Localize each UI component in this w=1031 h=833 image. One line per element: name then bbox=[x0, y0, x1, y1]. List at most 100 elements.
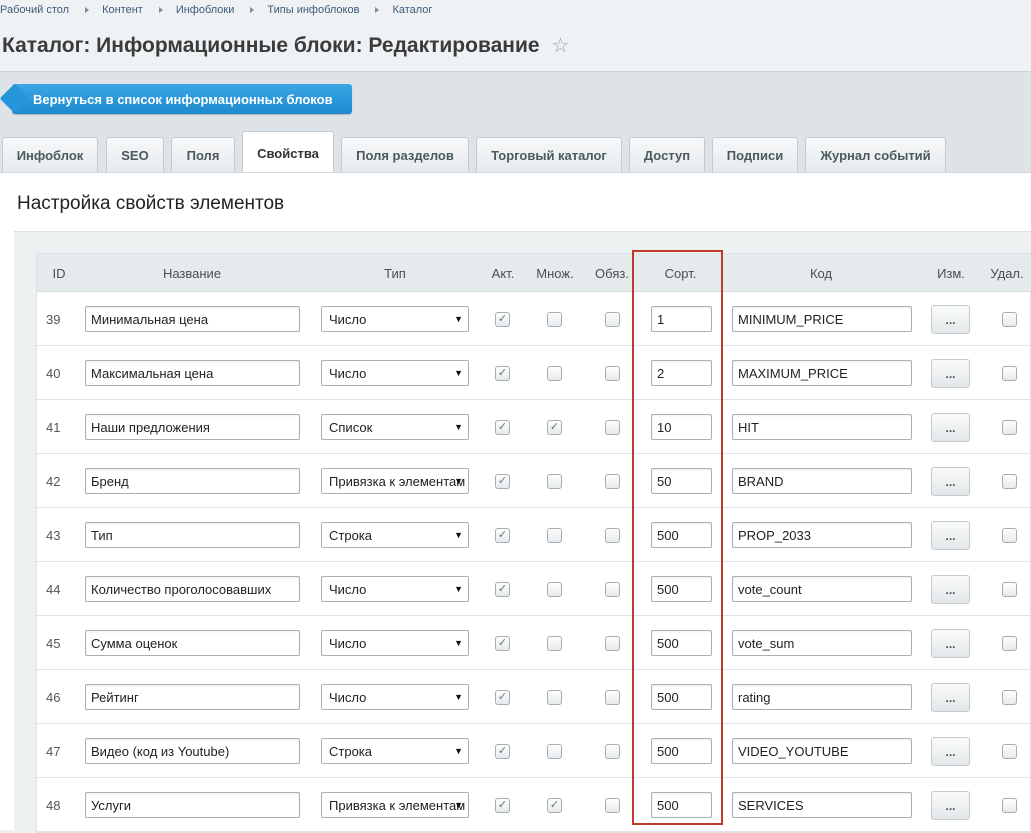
tab-infoblock[interactable]: Инфоблок bbox=[2, 137, 98, 172]
delete-checkbox[interactable] bbox=[1002, 528, 1017, 543]
breadcrumb-item-infoblocks[interactable]: Инфоблоки bbox=[176, 4, 235, 16]
delete-checkbox[interactable] bbox=[1002, 474, 1017, 489]
edit-property-button[interactable]: ... bbox=[931, 737, 970, 766]
edit-property-button[interactable]: ... bbox=[931, 629, 970, 658]
multiple-checkbox[interactable] bbox=[547, 690, 562, 705]
breadcrumb-item-content[interactable]: Контент bbox=[102, 4, 143, 16]
required-checkbox[interactable] bbox=[605, 582, 620, 597]
sort-input[interactable]: 2 bbox=[651, 360, 712, 386]
required-checkbox[interactable] bbox=[605, 312, 620, 327]
property-name-input[interactable]: Сумма оценок bbox=[85, 630, 300, 656]
property-code-input[interactable]: MAXIMUM_PRICE bbox=[732, 360, 912, 386]
multiple-checkbox[interactable] bbox=[547, 528, 562, 543]
delete-checkbox[interactable] bbox=[1002, 636, 1017, 651]
tab-trade-catalog[interactable]: Торговый каталог bbox=[476, 137, 622, 172]
delete-checkbox[interactable] bbox=[1002, 690, 1017, 705]
sort-input[interactable]: 10 bbox=[651, 414, 712, 440]
active-checkbox[interactable]: ✓ bbox=[495, 474, 510, 489]
sort-input[interactable]: 1 bbox=[651, 306, 712, 332]
edit-property-button[interactable]: ... bbox=[931, 467, 970, 496]
tab-seo[interactable]: SEO bbox=[106, 137, 164, 172]
tab-event-log[interactable]: Журнал событий bbox=[805, 137, 946, 172]
multiple-checkbox[interactable] bbox=[547, 366, 562, 381]
active-checkbox[interactable]: ✓ bbox=[495, 420, 510, 435]
property-name-input[interactable]: Услуги bbox=[85, 792, 300, 818]
property-code-input[interactable]: vote_count bbox=[732, 576, 912, 602]
tab-properties[interactable]: Свойства bbox=[242, 131, 334, 172]
property-code-input[interactable]: vote_sum bbox=[732, 630, 912, 656]
active-checkbox[interactable]: ✓ bbox=[495, 582, 510, 597]
required-checkbox[interactable] bbox=[605, 798, 620, 813]
tab-fields[interactable]: Поля bbox=[171, 137, 235, 172]
required-checkbox[interactable] bbox=[605, 690, 620, 705]
sort-input[interactable]: 500 bbox=[651, 792, 712, 818]
active-checkbox[interactable]: ✓ bbox=[495, 636, 510, 651]
required-checkbox[interactable] bbox=[605, 420, 620, 435]
sort-input[interactable]: 500 bbox=[651, 522, 712, 548]
property-type-select[interactable]: Число ▼ bbox=[321, 306, 469, 332]
delete-checkbox[interactable] bbox=[1002, 420, 1017, 435]
property-type-select[interactable]: Привязка к элементам ▼ bbox=[321, 792, 469, 818]
tab-labels[interactable]: Подписи bbox=[712, 137, 798, 172]
property-name-input[interactable]: Максимальная цена bbox=[85, 360, 300, 386]
edit-property-button[interactable]: ... bbox=[931, 359, 970, 388]
required-checkbox[interactable] bbox=[605, 528, 620, 543]
required-checkbox[interactable] bbox=[605, 366, 620, 381]
edit-property-button[interactable]: ... bbox=[931, 791, 970, 820]
sort-input[interactable]: 500 bbox=[651, 738, 712, 764]
property-type-select[interactable]: Строка ▼ bbox=[321, 522, 469, 548]
edit-property-button[interactable]: ... bbox=[931, 683, 970, 712]
property-code-input[interactable]: PROP_2033 bbox=[732, 522, 912, 548]
property-type-select[interactable]: Число ▼ bbox=[321, 360, 469, 386]
property-code-input[interactable]: MINIMUM_PRICE bbox=[732, 306, 912, 332]
sort-input[interactable]: 500 bbox=[651, 630, 712, 656]
property-code-input[interactable]: HIT bbox=[732, 414, 912, 440]
sort-input[interactable]: 500 bbox=[651, 684, 712, 710]
property-type-select[interactable]: Число ▼ bbox=[321, 684, 469, 710]
property-type-select[interactable]: Список ▼ bbox=[321, 414, 469, 440]
breadcrumb-item-infoblock-types[interactable]: Типы инфоблоков bbox=[267, 4, 359, 16]
property-code-input[interactable]: VIDEO_YOUTUBE bbox=[732, 738, 912, 764]
property-type-select[interactable]: Число ▼ bbox=[321, 630, 469, 656]
active-checkbox[interactable]: ✓ bbox=[495, 744, 510, 759]
multiple-checkbox[interactable]: ✓ bbox=[547, 798, 562, 813]
property-name-input[interactable]: Минимальная цена bbox=[85, 306, 300, 332]
edit-property-button[interactable]: ... bbox=[931, 413, 970, 442]
active-checkbox[interactable]: ✓ bbox=[495, 798, 510, 813]
multiple-checkbox[interactable] bbox=[547, 582, 562, 597]
delete-checkbox[interactable] bbox=[1002, 366, 1017, 381]
required-checkbox[interactable] bbox=[605, 474, 620, 489]
multiple-checkbox[interactable] bbox=[547, 474, 562, 489]
active-checkbox[interactable]: ✓ bbox=[495, 690, 510, 705]
property-name-input[interactable]: Наши предложения bbox=[85, 414, 300, 440]
multiple-checkbox[interactable]: ✓ bbox=[547, 420, 562, 435]
edit-property-button[interactable]: ... bbox=[931, 305, 970, 334]
breadcrumb-item-desktop[interactable]: Рабочий стол bbox=[0, 4, 69, 16]
property-name-input[interactable]: Рейтинг bbox=[85, 684, 300, 710]
breadcrumb-item-catalog[interactable]: Каталог bbox=[392, 4, 432, 16]
edit-property-button[interactable]: ... bbox=[931, 575, 970, 604]
active-checkbox[interactable]: ✓ bbox=[495, 528, 510, 543]
delete-checkbox[interactable] bbox=[1002, 798, 1017, 813]
property-name-input[interactable]: Количество проголосовавших bbox=[85, 576, 300, 602]
back-to-list-button[interactable]: Вернуться в список информационных блоков bbox=[12, 84, 352, 114]
sort-input[interactable]: 50 bbox=[651, 468, 712, 494]
sort-input[interactable]: 500 bbox=[651, 576, 712, 602]
property-code-input[interactable]: SERVICES bbox=[732, 792, 912, 818]
property-type-select[interactable]: Привязка к элементам ▼ bbox=[321, 468, 469, 494]
edit-property-button[interactable]: ... bbox=[931, 521, 970, 550]
multiple-checkbox[interactable] bbox=[547, 312, 562, 327]
required-checkbox[interactable] bbox=[605, 744, 620, 759]
property-type-select[interactable]: Число ▼ bbox=[321, 576, 469, 602]
multiple-checkbox[interactable] bbox=[547, 636, 562, 651]
property-code-input[interactable]: BRAND bbox=[732, 468, 912, 494]
delete-checkbox[interactable] bbox=[1002, 312, 1017, 327]
delete-checkbox[interactable] bbox=[1002, 744, 1017, 759]
required-checkbox[interactable] bbox=[605, 636, 620, 651]
property-name-input[interactable]: Бренд bbox=[85, 468, 300, 494]
delete-checkbox[interactable] bbox=[1002, 582, 1017, 597]
property-code-input[interactable]: rating bbox=[732, 684, 912, 710]
property-type-select[interactable]: Строка ▼ bbox=[321, 738, 469, 764]
property-name-input[interactable]: Видео (код из Youtube) bbox=[85, 738, 300, 764]
property-name-input[interactable]: Тип bbox=[85, 522, 300, 548]
